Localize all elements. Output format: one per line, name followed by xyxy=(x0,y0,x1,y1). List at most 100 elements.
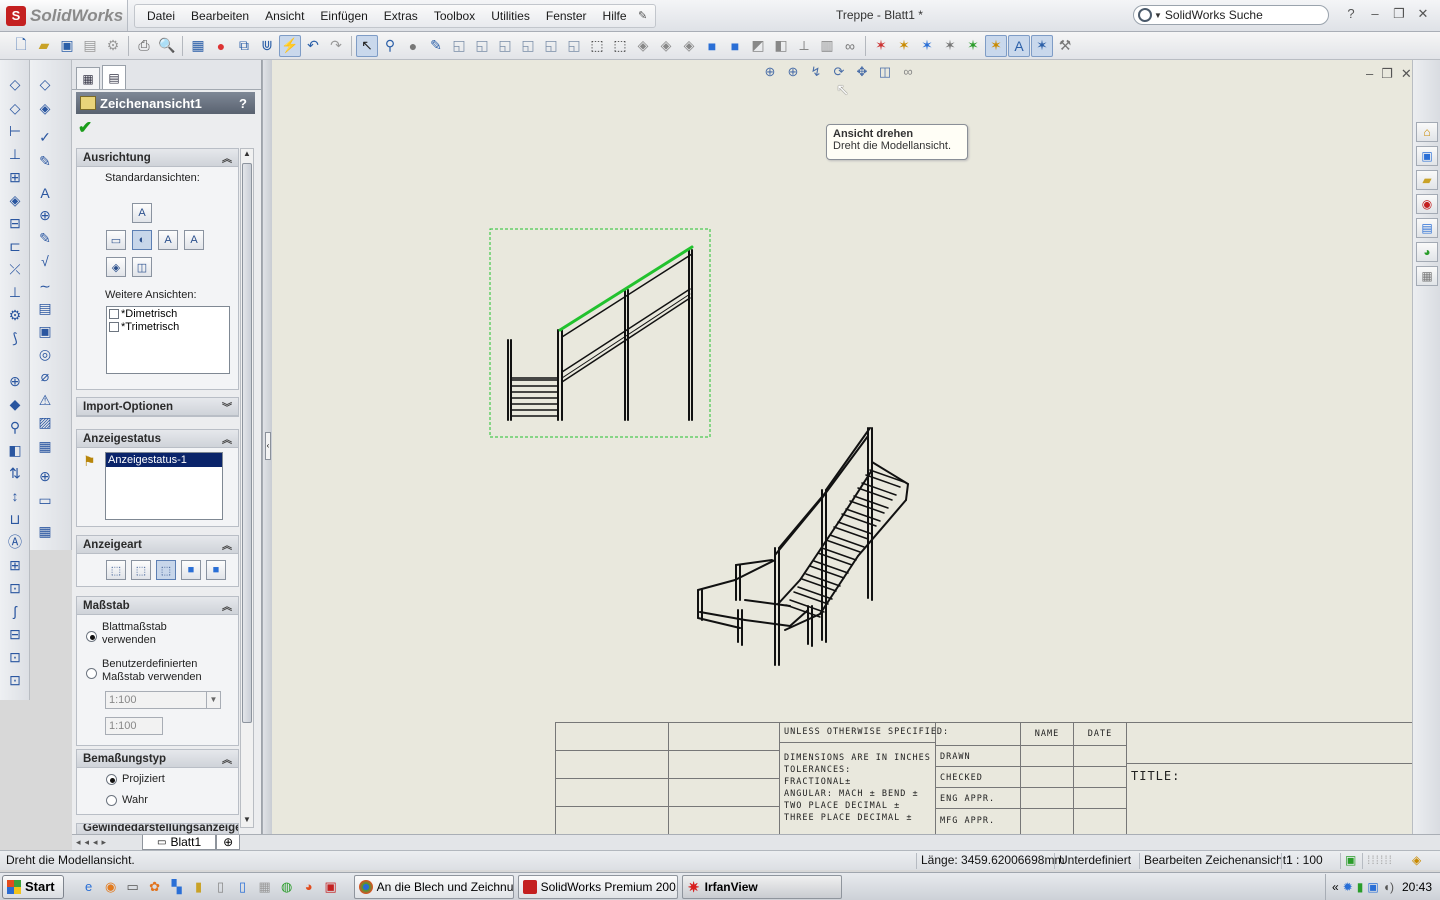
filter-icon[interactable]: ⚲ xyxy=(379,35,401,57)
custom-scale-radio[interactable] xyxy=(86,668,97,679)
annotation-icon[interactable]: A xyxy=(34,183,56,203)
command-icon[interactable]: ʃ xyxy=(4,601,26,621)
property-manager-tab[interactable]: ▤ xyxy=(102,65,126,89)
drawing-minimize-button[interactable]: – xyxy=(1366,66,1373,82)
property-help-button[interactable]: ? xyxy=(239,96,247,111)
menu-utilities[interactable]: Utilities xyxy=(483,7,538,25)
solidworks-logo[interactable]: S SolidWorks xyxy=(0,0,128,31)
scale-select[interactable]: 1:100 ▼ xyxy=(105,691,221,709)
help-status-icon[interactable]: ▣ xyxy=(1340,853,1356,869)
annotation-icon[interactable]: ◈ xyxy=(34,98,56,118)
plane-tool-icon[interactable]: ✶ xyxy=(916,35,938,57)
command-icon[interactable]: ⊕ xyxy=(4,371,26,391)
annotation-icon[interactable]: ∼ xyxy=(34,276,56,296)
mfg-date-cell[interactable] xyxy=(1074,809,1127,835)
hidden-removed-icon[interactable]: ◈ xyxy=(632,35,654,57)
tray-network-icon[interactable]: ▣ xyxy=(1367,880,1378,894)
display-hidden-removed-button[interactable]: ⬚ xyxy=(156,560,176,580)
command-icon[interactable]: ◇ xyxy=(4,98,26,118)
chevron-down-icon[interactable]: ▼ xyxy=(206,692,220,708)
annotation-icon[interactable]: ▦ xyxy=(34,436,56,456)
section-view-icon[interactable]: ◧ xyxy=(770,35,792,57)
annotation-icon[interactable]: ▭ xyxy=(34,490,56,510)
wireframe-icon[interactable]: ⬚ xyxy=(586,35,608,57)
annotation-icon[interactable]: ✎ xyxy=(34,151,56,171)
display-hidden-visible-button[interactable]: ⬚ xyxy=(131,560,151,580)
command-icon[interactable]: ⊡ xyxy=(4,670,26,690)
shaded-edges-icon[interactable]: ◈ xyxy=(655,35,677,57)
annotation-icon[interactable]: ▤ xyxy=(34,298,56,318)
display-shaded-edges-button[interactable]: ■ xyxy=(181,560,201,580)
zoom-in-out-icon[interactable]: ↯ xyxy=(806,64,826,82)
new-document-icon[interactable]: 🗋 xyxy=(10,35,32,57)
menu-hilfe[interactable]: Hilfe xyxy=(595,7,635,25)
drawn-date-cell[interactable] xyxy=(1074,746,1127,767)
group-header[interactable]: Gewindedarstellungsanzeige xyxy=(77,824,238,834)
table-icon[interactable]: ▥ xyxy=(816,35,838,57)
annotation-icon[interactable]: ▣ xyxy=(34,321,56,341)
command-icon[interactable]: ⤫ xyxy=(4,259,26,279)
checkbox[interactable] xyxy=(109,321,119,332)
display-wireframe-button[interactable]: ⬚ xyxy=(106,560,126,580)
perspective-icon[interactable]: ◩ xyxy=(747,35,769,57)
drawing-restore-button[interactable]: ❐ xyxy=(1381,66,1393,82)
pen-icon[interactable]: ✎ xyxy=(425,35,447,57)
expand-chevron-icon[interactable]: ︾ xyxy=(222,399,232,414)
print-preview-icon[interactable]: 🔍 xyxy=(156,35,178,57)
command-icon[interactable]: ◧ xyxy=(4,440,26,460)
view-front-icon[interactable]: ◱ xyxy=(448,35,470,57)
point-tool-icon[interactable]: ✶ xyxy=(962,35,984,57)
group-header[interactable]: Ausrichtung ︽ xyxy=(77,149,238,167)
ok-checkmark-button[interactable]: ✔ xyxy=(78,118,92,138)
command-icon[interactable]: Ⓐ xyxy=(4,532,26,552)
scroll-down-icon[interactable]: ▼ xyxy=(241,815,253,827)
annotation-icon[interactable]: ✎ xyxy=(34,228,56,248)
projected-radio[interactable] xyxy=(106,774,117,785)
group-header[interactable]: Bemaßungstyp ︽ xyxy=(77,750,238,768)
tray-volume-icon[interactable]: ◖) xyxy=(1383,880,1394,894)
menu-extras[interactable]: Extras xyxy=(376,7,426,25)
annotation-icon[interactable]: ⚠ xyxy=(34,390,56,410)
command-icon[interactable]: ⊢ xyxy=(4,121,26,141)
redo-icon[interactable]: ↷ xyxy=(325,35,347,57)
appearances-icon[interactable]: ◕ xyxy=(1416,242,1438,262)
traffic-light-icon[interactable]: ● xyxy=(210,35,232,57)
command-icon[interactable]: ⚲ xyxy=(4,417,26,437)
command-icon[interactable]: ⊥ xyxy=(4,144,26,164)
task-irfanview[interactable]: ✷ IrfanView xyxy=(681,874,842,899)
command-icon[interactable]: ⊞ xyxy=(4,555,26,575)
task-chrome[interactable]: An die Blech und Zeichnu... xyxy=(353,874,514,899)
sphere-icon[interactable]: ● xyxy=(402,35,424,57)
collapse-handle-icon[interactable]: ‹ xyxy=(265,432,271,460)
axis-tool-icon[interactable]: ✶ xyxy=(939,35,961,57)
zoom-area-icon[interactable]: ⊕ xyxy=(783,64,803,82)
magnet-icon[interactable]: ⋓ xyxy=(256,35,278,57)
group-header[interactable]: Maßstab ︽ xyxy=(77,597,238,615)
command-icon[interactable]: ⊟ xyxy=(4,624,26,644)
group-header[interactable]: Import-Optionen ︾ xyxy=(77,398,238,416)
help-button[interactable]: ? xyxy=(1340,4,1362,24)
command-icon[interactable]: ⊡ xyxy=(4,647,26,667)
command-icon[interactable]: ◆ xyxy=(4,394,26,414)
ie-icon[interactable]: e xyxy=(78,877,100,897)
collapse-chevron-icon[interactable]: ︽ xyxy=(222,431,232,446)
collapse-chevron-icon[interactable]: ︽ xyxy=(222,751,232,766)
view-back-button[interactable]: A xyxy=(184,230,204,250)
panel-splitter[interactable]: ‹ xyxy=(262,60,272,834)
zoom-to-fit-icon[interactable]: ⊕ xyxy=(760,64,780,82)
feature-tree-tab[interactable]: ▦ xyxy=(76,67,100,89)
menu-ansicht[interactable]: Ansicht xyxy=(257,7,312,25)
collapse-chevron-icon[interactable]: ︽ xyxy=(222,598,232,613)
make-assembly-icon[interactable]: ⚙ xyxy=(102,35,124,57)
command-icon[interactable]: ⊔ xyxy=(4,509,26,529)
list-item[interactable]: *Dimetrisch xyxy=(107,307,229,320)
checkbox[interactable] xyxy=(109,308,119,319)
view-top-icon[interactable]: ◱ xyxy=(540,35,562,57)
eng-name-cell[interactable] xyxy=(1021,788,1074,809)
view-bottom-button[interactable]: ◫ xyxy=(132,257,152,277)
display-state-item[interactable]: Anzeigestatus-1 xyxy=(106,453,222,467)
rebuild-icon[interactable]: ⧉ xyxy=(233,35,255,57)
shaded-icon[interactable]: ◈ xyxy=(678,35,700,57)
view-right-button[interactable]: A xyxy=(158,230,178,250)
command-icon[interactable]: ⊡ xyxy=(4,578,26,598)
